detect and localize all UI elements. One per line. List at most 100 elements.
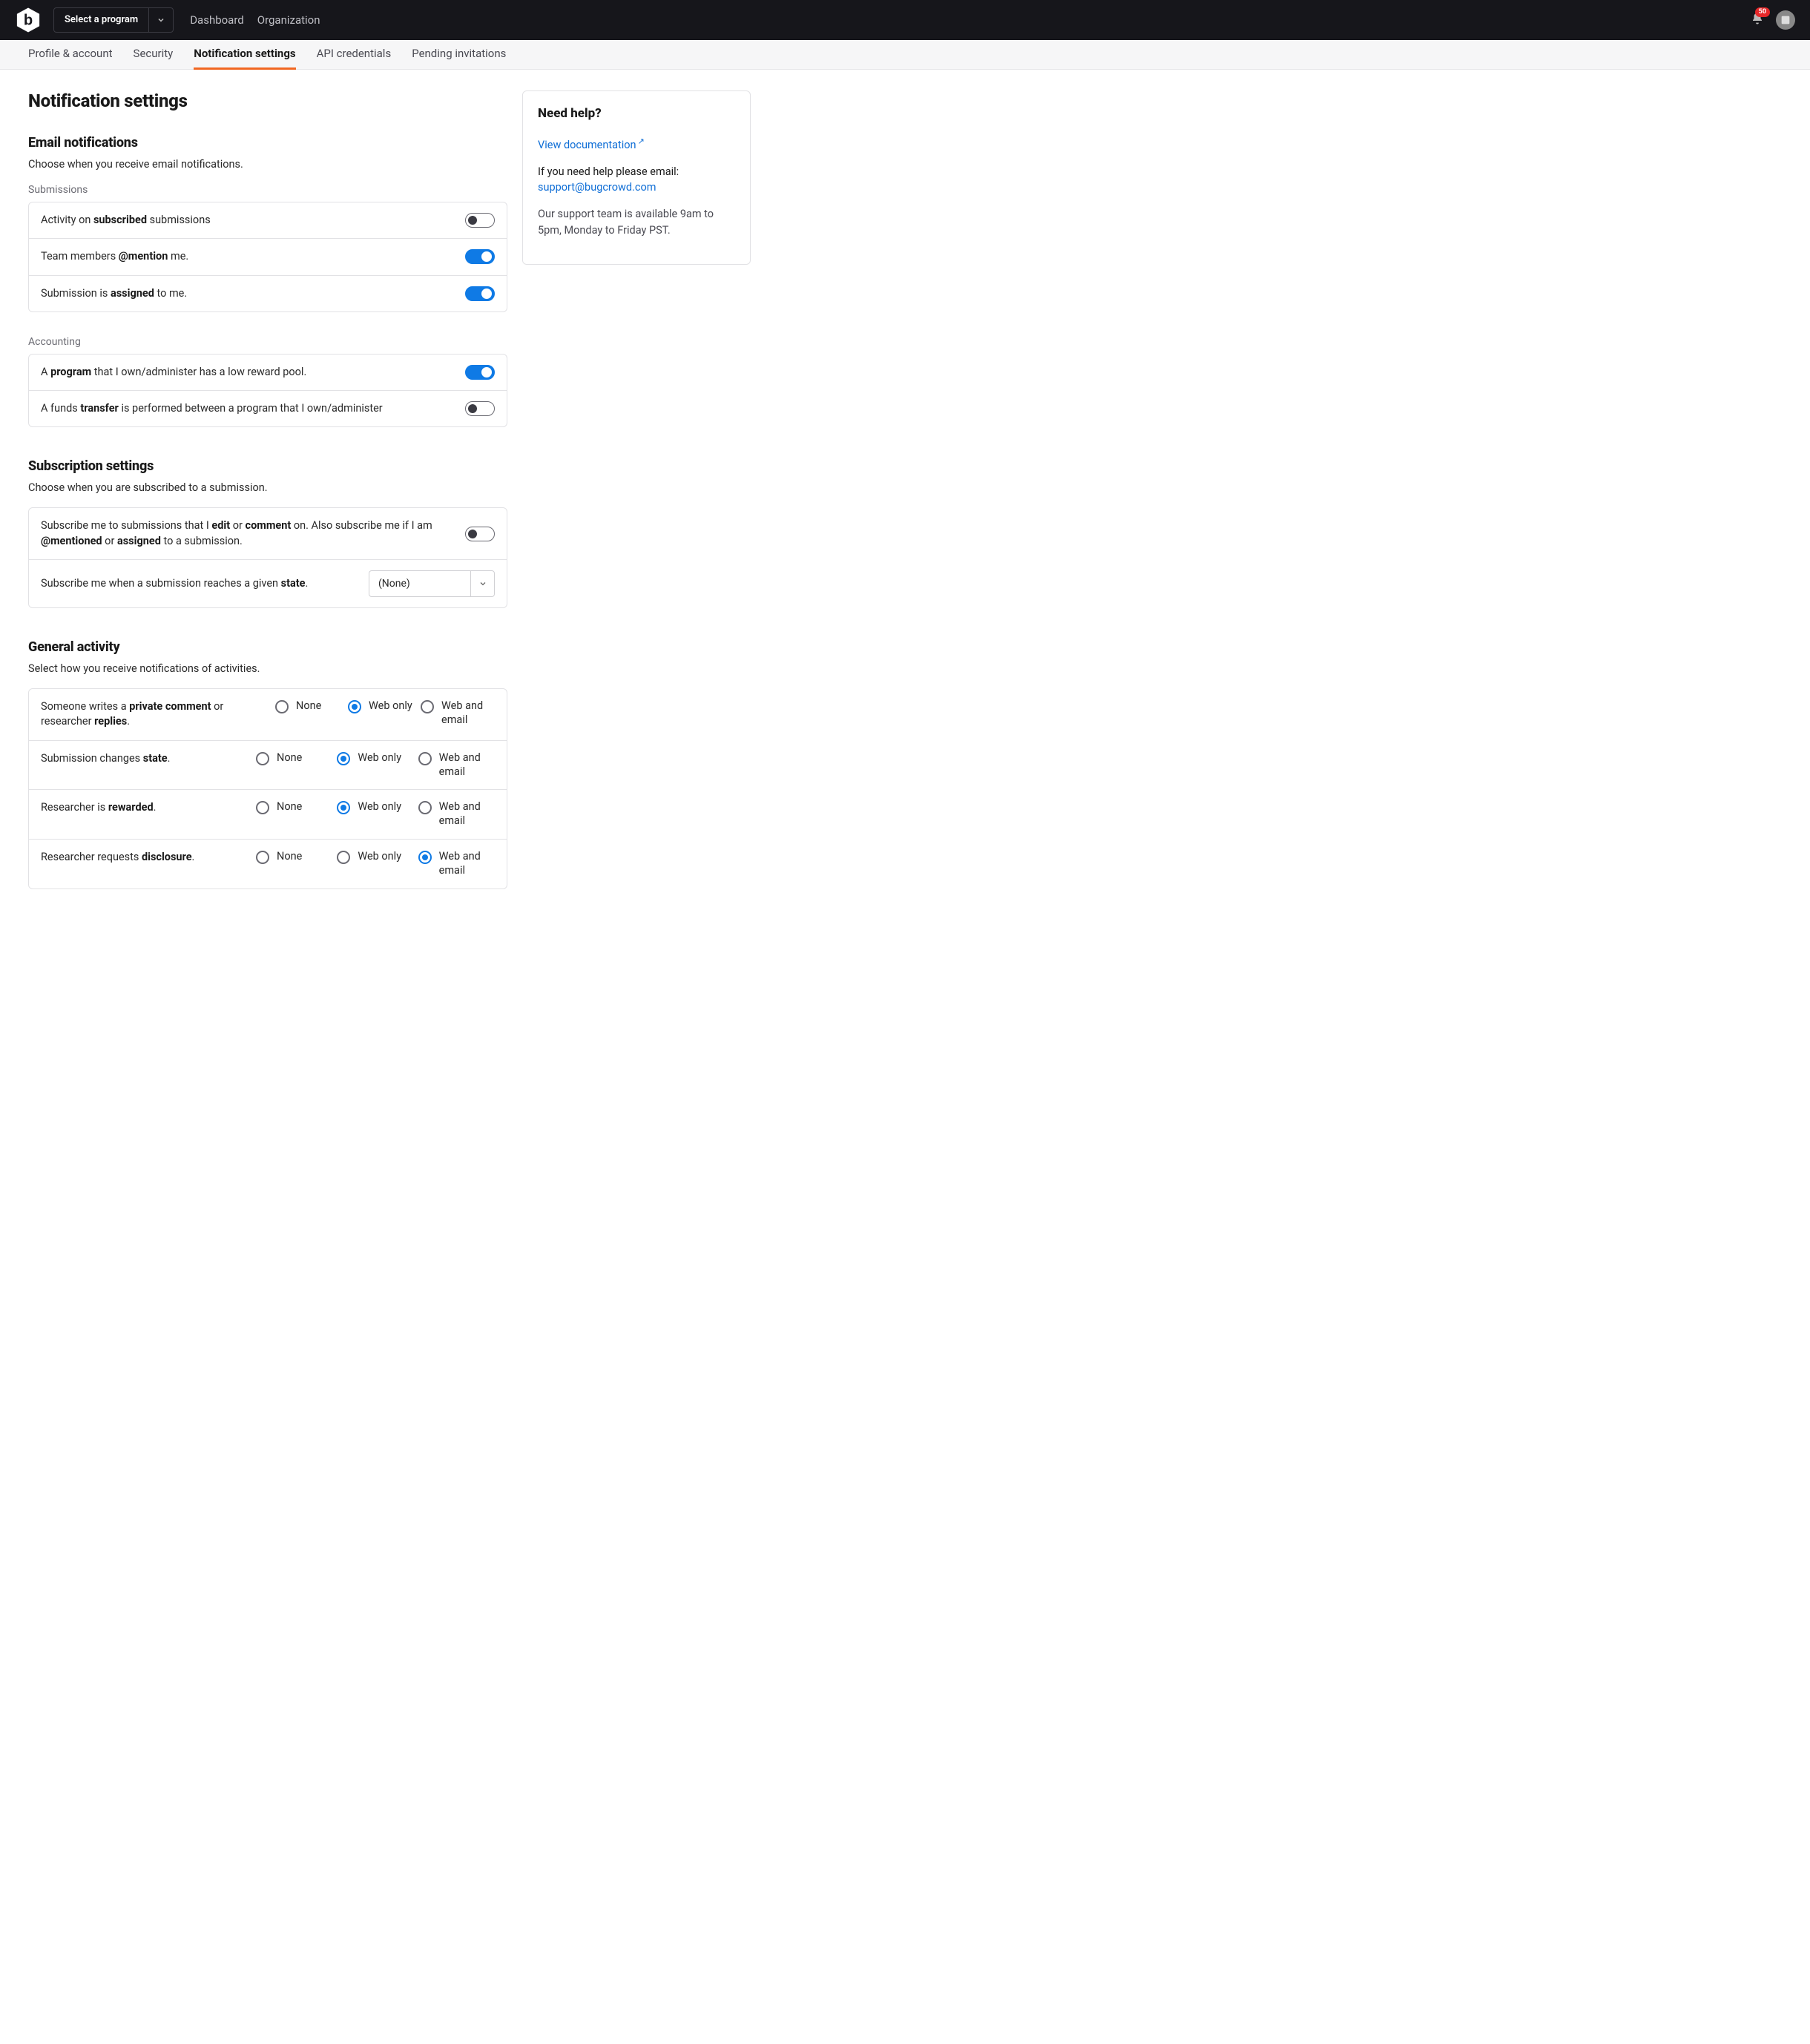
program-select-label: Select a program <box>54 8 149 32</box>
nav-dashboard[interactable]: Dashboard <box>190 13 244 27</box>
radio-icon <box>348 700 361 713</box>
row-subscribe-label: Subscribe me to submissions that I edit … <box>41 518 453 549</box>
svg-text:b: b <box>24 12 33 28</box>
toggle-mention[interactable] <box>465 249 495 264</box>
row-subscribe-state: Subscribe me when a submission reaches a… <box>29 560 507 607</box>
activity-title: General activity <box>28 639 507 655</box>
toggle-assigned[interactable] <box>465 286 495 301</box>
activity-desc: Select how you receive notifications of … <box>28 662 507 675</box>
radio-label: None <box>277 800 302 814</box>
radio-icon <box>421 700 434 713</box>
tab-notification-settings[interactable]: Notification settings <box>194 40 295 70</box>
radio-label: Web and email <box>439 850 495 878</box>
radio-icon <box>418 801 432 814</box>
activity-row: Researcher is rewarded. None Web only Web a… <box>29 790 507 840</box>
state-select-value: (None) <box>369 578 470 590</box>
tab-security[interactable]: Security <box>134 40 174 70</box>
radio-options: None Web only Web and email <box>256 850 495 878</box>
radio-option[interactable]: Web and email <box>421 699 495 728</box>
section-subscription: Subscription settings Choose when you ar… <box>28 458 507 608</box>
row-activity-label: Activity on subscribed submissions <box>41 213 211 228</box>
radio-label: Web and email <box>439 800 495 828</box>
radio-option[interactable]: Web only <box>337 850 413 878</box>
page-title: Notification settings <box>28 90 507 111</box>
tab-profile[interactable]: Profile & account <box>28 40 113 70</box>
radio-icon <box>256 851 269 864</box>
help-sidebar: Need help? View documentation↗ If you ne… <box>522 90 751 265</box>
radio-option[interactable]: Web only <box>348 699 416 728</box>
support-email-link[interactable]: support@bugcrowd.com <box>538 181 656 194</box>
row-subscribe-edit: Subscribe me to submissions that I edit … <box>29 508 507 560</box>
radio-label: None <box>277 751 302 765</box>
logo[interactable]: b <box>15 7 42 33</box>
radio-label: None <box>296 699 321 713</box>
row-transfer: A funds transfer is performed between a … <box>29 391 507 426</box>
activity-row-label: Researcher requests disclosure. <box>41 850 249 865</box>
group-submissions-label: Submissions <box>28 184 507 196</box>
program-select[interactable]: Select a program <box>53 7 174 33</box>
activity-row: Submission changes state. None Web only Web… <box>29 741 507 791</box>
topnav-links: Dashboard Organization <box>190 13 320 27</box>
radio-icon <box>418 851 432 864</box>
notifications-button[interactable]: 50 <box>1751 12 1764 28</box>
help-title: Need help? <box>538 106 735 121</box>
radio-label: Web and email <box>441 699 495 728</box>
toggle-transfer[interactable] <box>465 401 495 416</box>
subnav: Profile & account Security Notification … <box>0 40 1810 70</box>
row-program-label: A program that I own/administer has a lo… <box>41 365 306 380</box>
activity-row-label: Someone writes a private comment or rese… <box>41 699 268 730</box>
subscription-list: Subscribe me to submissions that I edit … <box>28 507 507 608</box>
section-activity: General activity Select how you receive … <box>28 639 507 889</box>
radio-option[interactable]: None <box>256 800 332 828</box>
toggle-activity[interactable] <box>465 213 495 228</box>
state-select[interactable]: (None) <box>369 570 495 597</box>
radio-icon <box>256 752 269 765</box>
radio-options: None Web only Web and email <box>275 699 495 728</box>
row-mention-label: Team members @mention me. <box>41 249 188 264</box>
main-content: Notification settings Email notification… <box>28 90 507 920</box>
activity-row: Researcher requests disclosure. None Web o… <box>29 840 507 889</box>
radio-option[interactable]: Web and email <box>418 800 495 828</box>
radio-icon <box>275 700 289 713</box>
radio-options: None Web only Web and email <box>256 751 495 779</box>
activity-row: Someone writes a private comment or rese… <box>29 689 507 741</box>
row-assigned-label: Submission is assigned to me. <box>41 286 187 301</box>
topnav: b Select a program Dashboard Organizatio… <box>0 0 1810 40</box>
radio-option[interactable]: Web and email <box>418 850 495 878</box>
radio-label: Web only <box>358 800 401 814</box>
email-title: Email notifications <box>28 135 507 151</box>
subscription-desc: Choose when you are subscribed to a subm… <box>28 481 507 494</box>
toggle-program[interactable] <box>465 365 495 380</box>
submissions-list: Activity on subscribed submissions Team … <box>28 202 507 312</box>
tab-pending-invitations[interactable]: Pending invitations <box>412 40 506 70</box>
row-assigned: Submission is assigned to me. <box>29 276 507 311</box>
radio-option[interactable]: Web and email <box>418 751 495 779</box>
radio-label: Web and email <box>439 751 495 779</box>
group-accounting-label: Accounting <box>28 336 507 348</box>
radio-option[interactable]: None <box>275 699 343 728</box>
activity-list: Someone writes a private comment or rese… <box>28 688 507 889</box>
subscription-title: Subscription settings <box>28 458 507 474</box>
radio-option[interactable]: Web only <box>337 751 413 779</box>
help-email-block: If you need help please email: support@b… <box>538 164 735 197</box>
radio-icon <box>256 801 269 814</box>
row-subscribe-state-label: Subscribe me when a submission reaches a… <box>41 576 308 591</box>
view-documentation-link[interactable]: View documentation↗ <box>538 139 645 151</box>
avatar[interactable] <box>1776 10 1795 30</box>
toggle-subscribe-edit[interactable] <box>465 527 495 541</box>
activity-row-label: Researcher is rewarded. <box>41 800 249 815</box>
radio-label: Web only <box>369 699 412 713</box>
radio-icon <box>418 752 432 765</box>
activity-row-label: Submission changes state. <box>41 751 249 766</box>
chevron-down-icon <box>149 16 173 24</box>
row-mention: Team members @mention me. <box>29 239 507 275</box>
radio-option[interactable]: Web only <box>337 800 413 828</box>
radio-option[interactable]: None <box>256 751 332 779</box>
radio-option[interactable]: None <box>256 850 332 878</box>
radio-options: None Web only Web and email <box>256 800 495 828</box>
nav-organization[interactable]: Organization <box>257 13 320 27</box>
radio-label: Web only <box>358 850 401 864</box>
radio-label: None <box>277 850 302 864</box>
topnav-right: 50 <box>1751 10 1795 30</box>
tab-api-credentials[interactable]: API credentials <box>317 40 392 70</box>
